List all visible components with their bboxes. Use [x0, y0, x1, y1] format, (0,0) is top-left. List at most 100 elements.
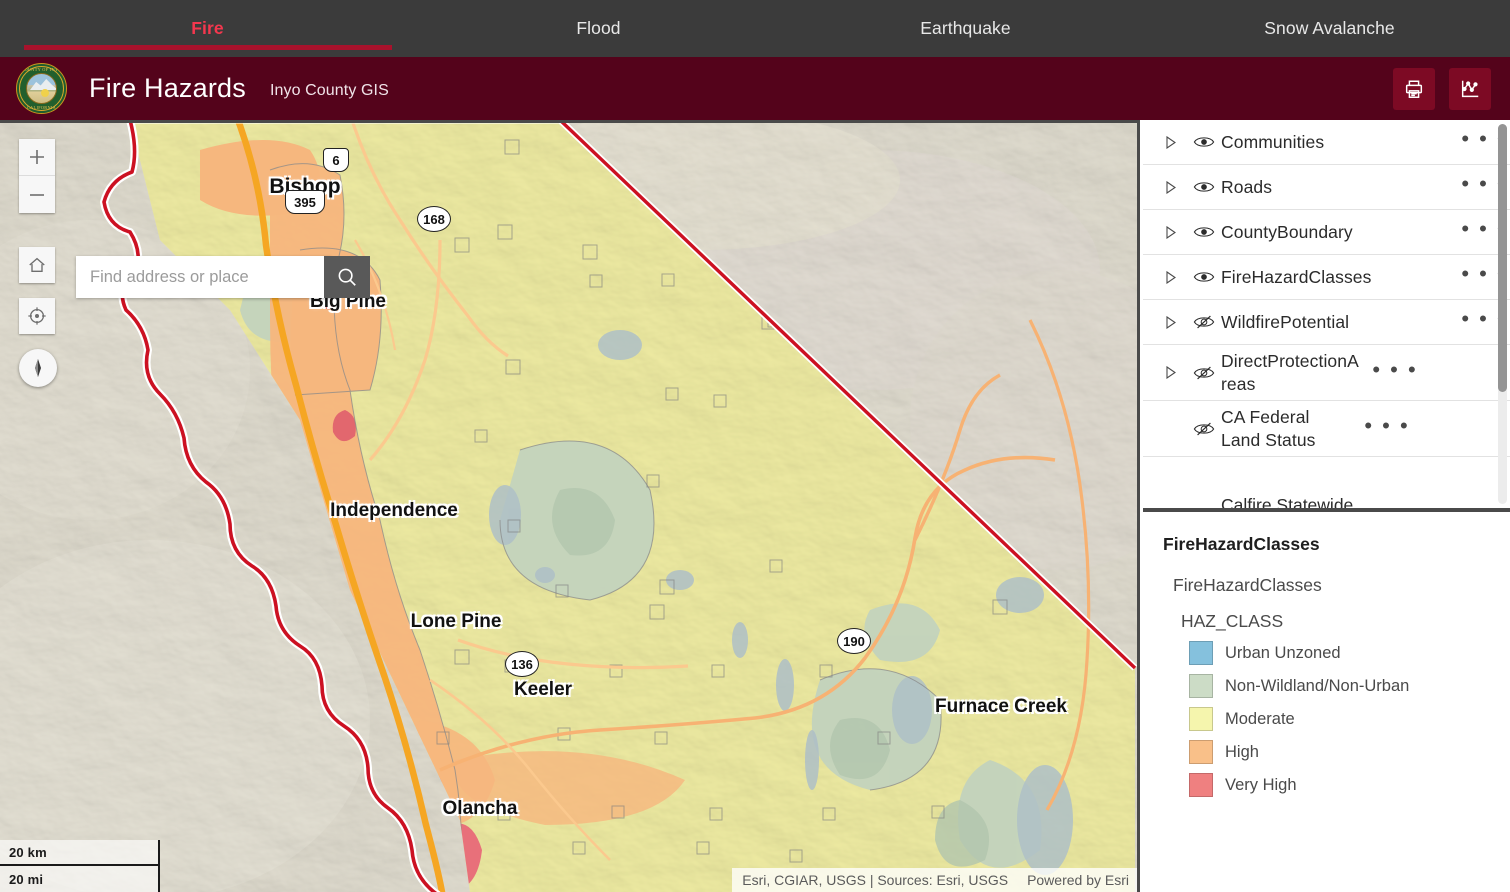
legend-swatch: [1189, 707, 1213, 731]
search-input[interactable]: [76, 256, 324, 298]
visibility-toggle-directprotectionareas[interactable]: [1187, 365, 1221, 381]
search-widget[interactable]: [76, 256, 370, 298]
page-title: Fire Hazards: [89, 73, 246, 103]
layer-options-menu-ca-federal-land-status[interactable]: • • •: [1361, 414, 1413, 437]
expand-arrow-icon[interactable]: [1165, 270, 1187, 284]
layer-list-scrollbar[interactable]: [1498, 124, 1507, 504]
map-canvas[interactable]: [0, 120, 1137, 892]
expand-arrow-icon[interactable]: [1165, 135, 1187, 149]
seal-text-top: COUNTY OF INYO: [21, 67, 62, 73]
legend-widget: FireHazardClasses FireHazardClasses HAZ_…: [1143, 512, 1510, 892]
legend-swatch: [1189, 674, 1213, 698]
expand-arrow-icon[interactable]: [1165, 180, 1187, 194]
chart-button[interactable]: [1449, 67, 1491, 110]
visibility-toggle-communities[interactable]: [1187, 134, 1221, 150]
eye-hidden-icon: [1193, 422, 1215, 435]
chevron-right-icon: [1166, 225, 1176, 239]
chevron-right-icon: [1166, 366, 1176, 379]
page-subtitle: Inyo County GIS: [269, 82, 389, 99]
seal-text-bottom: CALIFORNIA: [26, 104, 57, 110]
expand-arrow-icon[interactable]: [1165, 366, 1187, 379]
layer-row-ca-federal-land-status[interactable]: CA Federal Land Status • • •: [1143, 401, 1510, 457]
layer-list-scrollbar-thumb[interactable]: [1498, 124, 1507, 392]
attribution-powered-by: Powered by Esri: [1027, 872, 1129, 888]
expand-arrow-icon[interactable]: [1165, 315, 1187, 329]
map-attribution: Esri, CGIAR, USGS | Sources: Esri, USGS …: [732, 868, 1137, 892]
locate-icon: [28, 307, 46, 325]
map-graphics: [0, 120, 1137, 892]
printer-icon: [1405, 79, 1423, 98]
tab-snow-avalanche[interactable]: Snow Avalanche: [1149, 0, 1510, 57]
eye-hidden-icon: [1193, 315, 1215, 329]
legend-item-moderate: Moderate: [1143, 707, 1510, 731]
plus-icon: [30, 150, 44, 164]
chevron-right-icon: [1166, 135, 1176, 149]
legend-label: Non-Wildland/Non-Urban: [1225, 676, 1410, 695]
layer-row-directprotectionareas[interactable]: DirectProtectionAreas • • •: [1143, 345, 1510, 401]
expand-arrow-icon[interactable]: [1165, 225, 1187, 239]
visibility-toggle-roads[interactable]: [1187, 179, 1221, 195]
legend-label: Moderate: [1225, 709, 1295, 728]
eye-visible-icon: [1193, 227, 1215, 237]
layer-row-clipped-next[interactable]: Calfire Statewide: [1143, 494, 1510, 508]
layer-label: CountyBoundary: [1221, 221, 1353, 242]
visibility-toggle-wildfirepotential[interactable]: [1187, 314, 1221, 330]
layer-row-firehazardclasses[interactable]: FireHazardClasses • • •: [1143, 255, 1510, 300]
chevron-right-icon: [1166, 315, 1176, 329]
layer-options-menu-directprotectionareas[interactable]: • • •: [1369, 358, 1421, 381]
layer-label: FireHazardClasses: [1221, 266, 1372, 287]
map-view[interactable]: Bishop Big Pine Independence Lone Pine K…: [0, 120, 1140, 892]
home-button[interactable]: [19, 247, 55, 283]
chart-icon: [1461, 80, 1479, 97]
zoom-in-button[interactable]: [19, 139, 55, 176]
legend-item-very-high: Very High: [1143, 773, 1510, 797]
map-top-border: [0, 120, 1140, 123]
layer-label: WildfirePotential: [1221, 311, 1350, 332]
layer-row-communities[interactable]: Communities • • •: [1143, 120, 1510, 165]
legend-swatch: [1189, 740, 1213, 764]
scale-bar-metric: 20 km: [0, 840, 160, 866]
visibility-toggle-firehazardclasses[interactable]: [1187, 269, 1221, 285]
legend-title: FireHazardClasses: [1163, 534, 1320, 554]
layer-label: Roads: [1221, 176, 1273, 197]
home-icon: [29, 257, 45, 273]
compass-icon: [35, 359, 41, 377]
search-button[interactable]: [324, 256, 370, 298]
layer-label: CA Federal Land Status: [1221, 406, 1316, 450]
visibility-toggle-countyboundary[interactable]: [1187, 224, 1221, 240]
legend-layer-name: FireHazardClasses: [1173, 575, 1322, 595]
tab-earthquake-label: Earthquake: [920, 18, 1011, 38]
layer-row-roads[interactable]: Roads • • •: [1143, 165, 1510, 210]
legend-swatch: [1189, 773, 1213, 797]
tab-flood[interactable]: Flood: [415, 0, 782, 57]
eye-visible-icon: [1193, 272, 1215, 282]
legend-item-non-wildland-non-urban: Non-Wildland/Non-Urban: [1143, 674, 1510, 698]
legend-label: High: [1225, 742, 1259, 761]
eye-hidden-icon: [1193, 366, 1215, 379]
tab-fire[interactable]: Fire: [0, 0, 415, 57]
layer-row-wildfirepotential[interactable]: WildfirePotential • • •: [1143, 300, 1510, 345]
layer-list-widget[interactable]: Communities • • • Roads • • • CountyBoun…: [1143, 120, 1510, 512]
layer-label: Communities: [1221, 131, 1325, 152]
chevron-right-icon: [1166, 270, 1176, 284]
legend-label: Urban Unzoned: [1225, 643, 1341, 662]
legend-field-name: HAZ_CLASS: [1181, 611, 1284, 631]
scale-bar: 20 km 20 mi: [0, 840, 160, 892]
compass-button[interactable]: [19, 349, 57, 387]
tab-flood-label: Flood: [576, 18, 621, 38]
legend-swatch: [1189, 641, 1213, 665]
tab-earthquake[interactable]: Earthquake: [782, 0, 1149, 57]
legend-item-high: High: [1143, 740, 1510, 764]
layer-row-countyboundary[interactable]: CountyBoundary • • •: [1143, 210, 1510, 255]
locate-button[interactable]: [19, 298, 55, 334]
visibility-toggle-ca-federal-land-status[interactable]: [1187, 421, 1221, 437]
tab-snow-avalanche-label: Snow Avalanche: [1264, 18, 1395, 38]
legend-label: Very High: [1225, 775, 1297, 794]
seal-scene: [26, 73, 57, 104]
scale-bar-imperial: 20 mi: [0, 866, 160, 892]
zoom-out-button[interactable]: [19, 176, 55, 213]
print-button[interactable]: [1393, 67, 1435, 110]
legend-item-urban-unzoned: Urban Unzoned: [1143, 641, 1510, 665]
right-panel: Communities • • • Roads • • • CountyBoun…: [1143, 120, 1510, 892]
chevron-right-icon: [1166, 180, 1176, 194]
